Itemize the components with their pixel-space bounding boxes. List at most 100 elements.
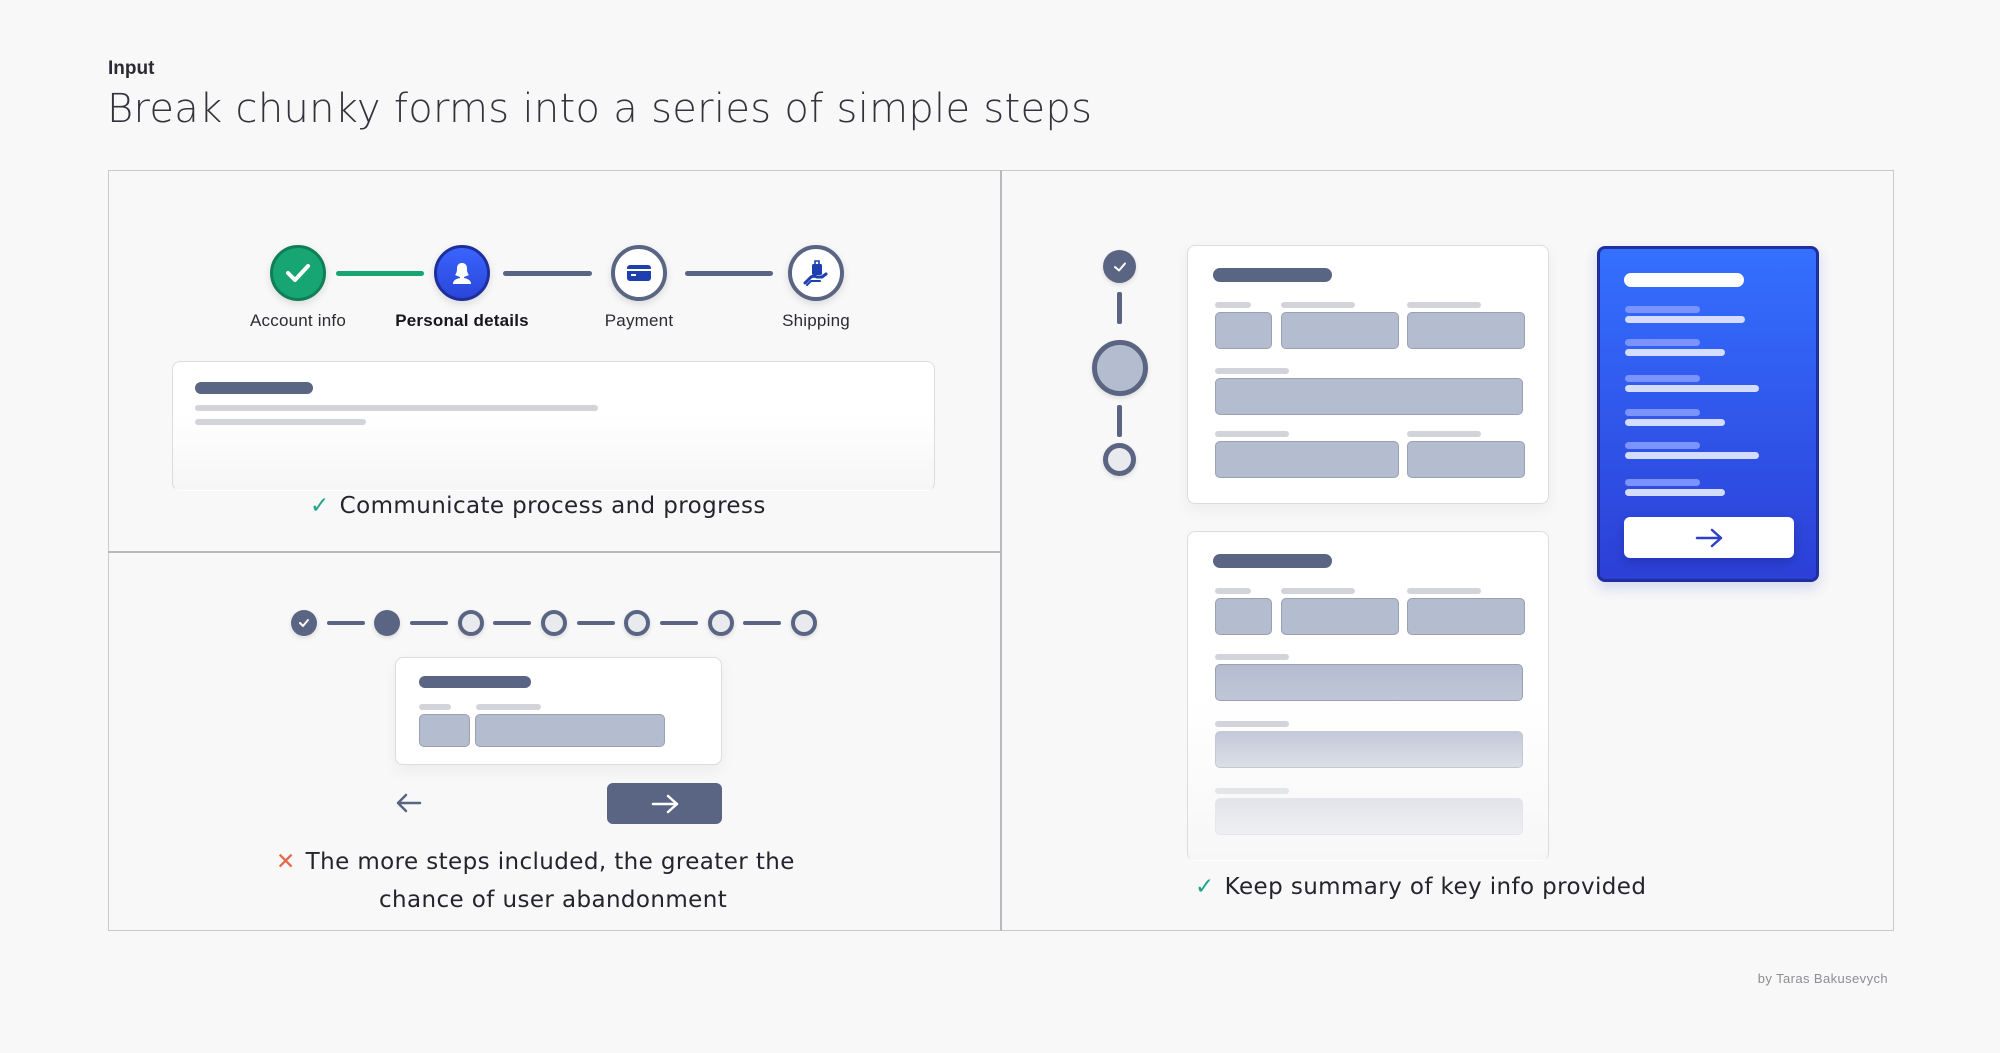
summary-next-button[interactable]: [1624, 517, 1794, 558]
text-line-placeholder: [195, 419, 366, 425]
summary-label-placeholder: [1625, 375, 1700, 382]
form-card-preview: [172, 361, 935, 491]
summary-value-placeholder: [1625, 349, 1725, 356]
form-card-step: [1187, 245, 1549, 504]
form-title-placeholder: [1213, 554, 1332, 568]
input-placeholder[interactable]: [1407, 312, 1525, 349]
field-label-placeholder: [1215, 788, 1289, 794]
form-title-placeholder: [1213, 268, 1332, 282]
vertical-step-current[interactable]: [1092, 340, 1148, 396]
input-placeholder[interactable]: [475, 714, 665, 747]
field-label-placeholder: [1215, 368, 1289, 374]
page-title: Break chunky forms into a series of simp…: [107, 86, 1093, 132]
input-placeholder[interactable]: [1215, 378, 1523, 415]
input-placeholder[interactable]: [1407, 441, 1525, 478]
form-title-placeholder: [195, 382, 313, 394]
small-form-card: [395, 657, 722, 765]
summary-label-placeholder: [1625, 442, 1700, 449]
field-label-placeholder: [1281, 588, 1355, 594]
next-button[interactable]: [607, 783, 722, 824]
step-label: Payment: [604, 311, 674, 330]
dot-step[interactable]: [624, 610, 650, 636]
step-account-info[interactable]: [270, 245, 326, 301]
check-icon: [286, 264, 310, 282]
dot-connector: [660, 621, 698, 625]
dot-connector: [743, 621, 781, 625]
summary-value-placeholder: [1625, 452, 1759, 459]
dot-connector: [577, 621, 615, 625]
input-placeholder[interactable]: [1215, 312, 1272, 349]
input-placeholder[interactable]: [1215, 598, 1272, 635]
person-icon: [453, 263, 471, 284]
input-placeholder[interactable]: [1215, 441, 1399, 478]
dot-step-current[interactable]: [374, 610, 400, 636]
caption-communicate-progress: ✓ Communicate process and progress: [310, 493, 766, 519]
section-kicker: Input: [108, 58, 155, 79]
field-label-placeholder: [1215, 302, 1251, 308]
dot-step[interactable]: [458, 610, 484, 636]
hand-package-icon: [803, 260, 828, 286]
dot-step-complete[interactable]: [291, 610, 317, 636]
step-shipping[interactable]: [788, 245, 844, 301]
input-placeholder[interactable]: [1215, 664, 1523, 701]
field-label-placeholder: [1215, 431, 1289, 437]
check-icon: [299, 619, 309, 627]
step-connector: [503, 271, 592, 276]
summary-label-placeholder: [1625, 479, 1700, 486]
step-payment[interactable]: [611, 245, 667, 301]
field-label-placeholder: [1215, 721, 1289, 727]
summary-label-placeholder: [1625, 409, 1700, 416]
arrow-right-icon: [1695, 528, 1723, 547]
vertical-step-complete[interactable]: [1103, 250, 1136, 283]
dot-connector: [493, 621, 531, 625]
vertical-step[interactable]: [1103, 443, 1136, 476]
input-placeholder[interactable]: [419, 714, 470, 747]
field-label-placeholder: [1407, 588, 1481, 594]
check-mark-icon: ✓: [310, 493, 330, 519]
dot-connector: [327, 621, 365, 625]
horizontal-divider: [108, 551, 1001, 553]
step-label-current: Personal details: [395, 311, 529, 330]
check-icon: [1113, 262, 1126, 271]
step-label: Account info: [250, 311, 346, 330]
summary-label-placeholder: [1625, 339, 1700, 346]
summary-title-placeholder: [1624, 273, 1744, 287]
summary-value-placeholder: [1625, 489, 1725, 496]
check-mark-icon: ✓: [1195, 874, 1215, 900]
attribution: by Taras Bakusevych: [1757, 971, 1888, 986]
cross-mark-icon: ✕: [276, 849, 296, 875]
arrow-right-icon: [651, 794, 678, 813]
summary-label-placeholder: [1625, 306, 1700, 313]
field-label-placeholder: [1215, 588, 1251, 594]
form-title-placeholder: [419, 676, 531, 688]
input-placeholder[interactable]: [1281, 312, 1399, 349]
step-connector-complete: [336, 271, 424, 276]
summary-value-placeholder: [1625, 316, 1745, 323]
vertical-connector: [1117, 292, 1122, 324]
back-button[interactable]: [394, 789, 424, 817]
caption-abandonment-line2: chance of user abandonment: [379, 887, 728, 913]
vertical-connector: [1117, 405, 1122, 437]
field-label-placeholder: [476, 704, 541, 710]
text-line-placeholder: [195, 405, 598, 411]
summary-value-placeholder: [1625, 385, 1759, 392]
dot-step[interactable]: [791, 610, 817, 636]
field-label-placeholder: [1407, 302, 1481, 308]
form-card-next-step: [1187, 531, 1549, 861]
step-connector: [685, 271, 773, 276]
input-placeholder[interactable]: [1407, 598, 1525, 635]
step-personal-details[interactable]: [434, 245, 490, 301]
input-placeholder[interactable]: [1215, 731, 1523, 768]
field-label-placeholder: [1407, 431, 1481, 437]
summary-value-placeholder: [1625, 419, 1725, 426]
arrow-left-icon: [396, 793, 422, 813]
input-placeholder[interactable]: [1215, 798, 1523, 835]
field-label-placeholder: [1281, 302, 1355, 308]
field-label-placeholder: [1215, 654, 1289, 660]
dot-step[interactable]: [541, 610, 567, 636]
dot-connector: [410, 621, 448, 625]
caption-keep-summary: ✓ Keep summary of key info provided: [1195, 874, 1647, 900]
dot-step[interactable]: [708, 610, 734, 636]
input-placeholder[interactable]: [1281, 598, 1399, 635]
field-label-placeholder: [419, 704, 451, 710]
